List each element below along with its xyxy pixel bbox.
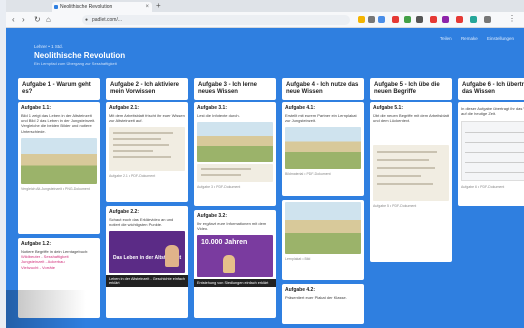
screen-edge-shadow: [6, 290, 86, 328]
column-aufgabe-1: Aufgabe 1 - Warum geht es? Aufgabe 1.1: …: [18, 78, 100, 318]
column-aufgabe-6: Aufgabe 6 - Ich übertrage das Wissen In …: [458, 78, 524, 206]
video-caption: Leben in der Altsteinzeit - Geschichte e…: [106, 275, 188, 288]
card-body: Übt die neuen Begriffe mit dem Arbeitsbl…: [373, 113, 449, 124]
extension-icon[interactable]: [368, 16, 375, 23]
header-actions: Teilen Remake Einstellungen: [432, 36, 514, 41]
column-heading[interactable]: Aufgabe 5 - Ich übe die neuen Begriffe: [370, 78, 452, 100]
post-card[interactable]: Aufgabe 1.1: Bild 1 zeigt das Leben in d…: [18, 102, 100, 234]
card-title: Aufgabe 2.2:: [109, 209, 140, 215]
menu-icon[interactable]: ⋮: [508, 14, 516, 23]
card-title: Aufgabe 1.1:: [21, 105, 52, 111]
card-link[interactable]: Viehzucht - Vorräte: [21, 265, 97, 270]
post-card[interactable]: Aufgabe 3.1: Lest die Infotexte durch. A…: [194, 102, 276, 206]
browser-tab-title: Neolithische Revolution: [60, 4, 113, 10]
column-aufgabe-3: Aufgabe 3 - Ich lerne neues Wissen Aufga…: [194, 78, 276, 318]
new-tab-icon[interactable]: +: [156, 1, 161, 10]
settings-button[interactable]: Einstellungen: [487, 36, 514, 41]
post-card[interactable]: Aufgabe 2.2: Schaut euch das Erklärvideo…: [106, 206, 188, 318]
post-card[interactable]: Aufgabe 2.1: Mit dem Arbeitsblatt frisch…: [106, 102, 188, 202]
card-meta: Bildmaterial • PDF-Dokument: [285, 172, 331, 177]
post-card[interactable]: Lernplakat • Bild: [282, 200, 364, 280]
back-icon[interactable]: ‹: [12, 15, 15, 25]
worksheet-thumbnail: [373, 145, 449, 202]
extension-icon[interactable]: [404, 16, 411, 23]
extension-icon[interactable]: [430, 16, 437, 23]
extension-icon[interactable]: [358, 16, 365, 23]
screen: Neolithische Revolution × + ‹ › ↻ ⌂ ● pa…: [0, 0, 524, 328]
column-aufgabe-2: Aufgabe 2 - Ich aktiviere mein Vorwissen…: [106, 78, 188, 318]
post-card[interactable]: Aufgabe 4.2: Präsentiert euer Plakat der…: [282, 284, 364, 324]
page-title: Neolithische Revolution: [34, 51, 126, 60]
address-text: padlet.com/...: [92, 17, 123, 23]
extension-icon[interactable]: [442, 16, 449, 23]
card-body: Ihr ergänzt eure Informationen mit dem V…: [197, 221, 267, 232]
settlement-image: [197, 122, 273, 163]
browser-tab[interactable]: Neolithische Revolution ×: [52, 2, 152, 12]
column-aufgabe-4: Aufgabe 4 - Ich nutze das neue Wissen Au…: [282, 78, 364, 324]
card-meta: Aufgabe 6 • PDF-Dokument: [461, 185, 505, 190]
extension-icon[interactable]: [378, 16, 385, 23]
presenter-figure: [223, 255, 235, 274]
card-body: In dieser Aufgabe übertragt ihr das Wiss…: [461, 106, 524, 117]
video-thumbnail[interactable]: Das Leben in der Altsteinzeit: [109, 231, 185, 274]
video-caption: Entstehung von Siedlungen einfach erklär…: [194, 279, 276, 288]
home-icon[interactable]: ⌂: [46, 15, 51, 25]
card-title: Aufgabe 4.2:: [285, 287, 316, 293]
stone-age-village-image: [21, 137, 97, 184]
card-title: Aufgabe 5.1:: [373, 105, 404, 111]
table-thumbnail: [461, 121, 524, 182]
card-body: Mit dem Arbeitsblatt frischt ihr euer Wi…: [109, 113, 185, 124]
extension-icon[interactable]: [416, 16, 423, 23]
card-title: Aufgabe 4.1:: [285, 105, 316, 111]
post-card[interactable]: Aufgabe 4.1: Erstellt mit eurem Partner …: [282, 102, 364, 196]
extension-icon[interactable]: [392, 16, 399, 23]
card-body: Erstellt mit eurem Partner ein Lernplaka…: [285, 113, 357, 124]
video-thumbnail[interactable]: 10.000 Jahren: [197, 235, 273, 278]
card-meta: Aufgabe 3 • PDF-Dokument: [197, 185, 241, 190]
post-card[interactable]: Aufgabe 3.2: Ihr ergänzt eure Informatio…: [194, 210, 276, 318]
card-title: Aufgabe 2.1:: [109, 105, 140, 111]
close-icon[interactable]: ×: [145, 2, 149, 12]
card-body: Präsentiert euer Plakat der Klasse.: [285, 295, 347, 300]
card-meta: Aufgabe 5 • PDF-Dokument: [373, 204, 417, 209]
card-meta: Lernplakat • Bild: [285, 257, 311, 261]
settlement-image: [285, 202, 361, 254]
card-meta: Aufgabe 2.1 • PDF-Dokument: [109, 174, 156, 179]
post-card[interactable]: Aufgabe 5.1: Übt die neuen Begriffe mit …: [370, 102, 452, 262]
extension-icon[interactable]: [470, 16, 477, 23]
column-aufgabe-5: Aufgabe 5 - Ich übe die neuen Begriffe A…: [370, 78, 452, 262]
presenter-figure: [165, 245, 179, 268]
card-body: Lest die Infotexte durch.: [197, 113, 240, 118]
village-image: [285, 127, 361, 170]
column-heading[interactable]: Aufgabe 4 - Ich nutze das neue Wissen: [282, 78, 364, 100]
share-button[interactable]: Teilen: [440, 36, 452, 41]
card-title: Aufgabe 1.2:: [21, 241, 52, 247]
card-meta: Vergleich Alt-Jungsteinzeit • PNG-Dokume…: [21, 186, 90, 191]
worksheet-thumbnail: [109, 127, 185, 172]
video-title: 10.000 Jahren: [201, 239, 248, 247]
lock-icon: ●: [85, 17, 89, 23]
column-heading[interactable]: Aufgabe 6 - Ich übertrage das Wissen: [458, 78, 524, 100]
remake-button[interactable]: Remake: [461, 36, 478, 41]
card-title: Aufgabe 3.2:: [197, 213, 228, 219]
card-title: Aufgabe 3.1:: [197, 105, 228, 111]
browser-toolbar: ‹ › ↻ ⌂ ● padlet.com/... ⋮: [6, 12, 524, 28]
card-body: Notiere Begriffe in dein Lerntagebuch: W…: [18, 248, 100, 272]
column-heading[interactable]: Aufgabe 3 - Ich lerne neues Wissen: [194, 78, 276, 100]
browser-tabbar: Neolithische Revolution × +: [6, 0, 524, 12]
address-bar[interactable]: ● padlet.com/...: [82, 15, 350, 25]
column-heading[interactable]: Aufgabe 1 - Warum geht es?: [18, 78, 100, 100]
card-body: Bild 1 zeigt das Leben in der Altsteinze…: [21, 113, 96, 134]
card-body: Schaut euch das Erklärvideo an und notie…: [109, 217, 174, 228]
reload-icon[interactable]: ↻: [34, 15, 41, 25]
padlet-favicon-icon: [54, 5, 58, 9]
page-subtitle: Ein Lernpfad zum Übergang zur Sesshaftig…: [34, 61, 117, 66]
extension-icon[interactable]: [456, 16, 463, 23]
forward-icon[interactable]: ›: [22, 15, 25, 25]
column-heading[interactable]: Aufgabe 2 - Ich aktiviere mein Vorwissen: [106, 78, 188, 100]
worksheet-thumbnail: [197, 164, 273, 183]
post-card[interactable]: In dieser Aufgabe übertragt ihr das Wiss…: [458, 102, 524, 206]
breadcrumb: Lehrer • 1 Std.: [34, 44, 63, 49]
extension-icon[interactable]: [484, 16, 491, 23]
